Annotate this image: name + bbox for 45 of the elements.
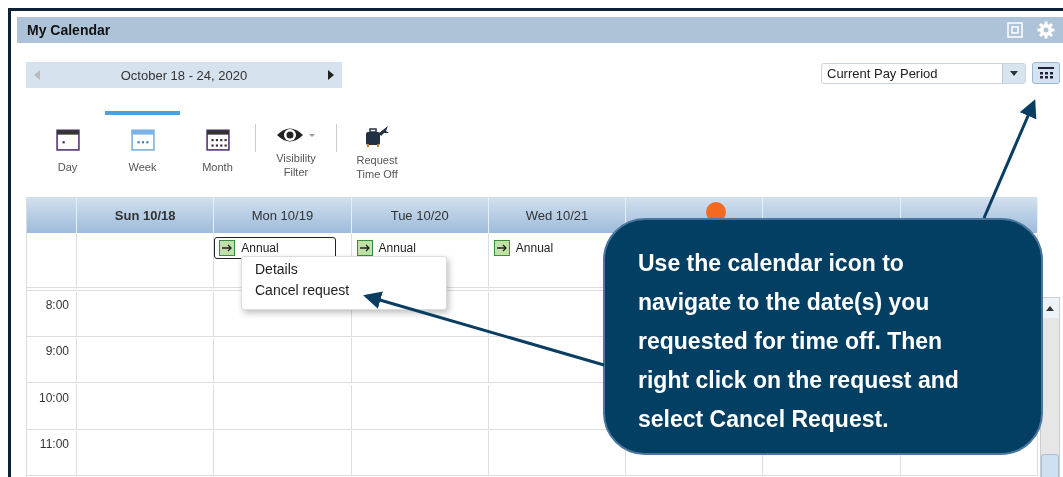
view-tab[interactable]: Month xyxy=(180,111,255,187)
caret-icon xyxy=(1010,70,1018,76)
calendar-icon xyxy=(1038,67,1054,79)
view-tab[interactable]: Day xyxy=(30,111,105,187)
luggage-icon xyxy=(365,125,389,147)
period-dropdown[interactable]: Current Pay Period xyxy=(821,62,1026,84)
scroll-up-icon[interactable] xyxy=(1046,305,1054,311)
event-chip[interactable]: Annual xyxy=(351,237,474,260)
menu-item[interactable]: Cancel request xyxy=(255,282,350,298)
time-slot[interactable] xyxy=(77,384,215,430)
window-title: My Calendar xyxy=(27,22,112,38)
maximize-icon[interactable] xyxy=(1007,22,1023,38)
event-chip[interactable]: Annual xyxy=(488,237,611,260)
visibility-filter-button[interactable]: Visibility Filter xyxy=(256,111,336,187)
header-cell xyxy=(27,197,77,233)
time-label: 11:00 xyxy=(27,430,77,476)
time-slot[interactable] xyxy=(351,338,489,384)
time-slot[interactable] xyxy=(77,430,215,476)
instruction-text: Use the calendar icon to navigate to the date(s) you requested for time off. Then right click on the request and select Cancel Request. xyxy=(638,249,960,434)
time-slot[interactable] xyxy=(77,292,215,338)
view-tab[interactable]: Week xyxy=(105,111,180,187)
day-header[interactable]: Mon 10/19 xyxy=(214,197,352,233)
settings-icon[interactable] xyxy=(1037,21,1055,39)
menu-item[interactable]: Details xyxy=(255,261,298,277)
previous-icon[interactable] xyxy=(34,70,40,80)
calendar-icon xyxy=(205,127,230,151)
calendar-icon xyxy=(55,127,80,151)
calendar-button[interactable] xyxy=(1032,62,1060,84)
calendar-icon xyxy=(130,127,155,151)
day-header[interactable]: Wed 10/21 xyxy=(488,197,627,233)
time-slot[interactable] xyxy=(214,338,352,384)
scroll-thumb[interactable] xyxy=(1041,454,1059,477)
time-slot[interactable] xyxy=(214,384,352,430)
date-range: October 18 - 24, 2020 xyxy=(120,67,248,83)
time-label: 10:00 xyxy=(27,384,77,430)
time-slot[interactable] xyxy=(351,430,489,476)
next-icon[interactable] xyxy=(328,70,334,80)
day-header[interactable]: Tue 10/20 xyxy=(351,197,489,233)
time-slot[interactable] xyxy=(351,384,489,430)
request-time-off-button[interactable]: Request Time Off xyxy=(337,111,417,187)
day-header[interactable]: Sun 10/18 xyxy=(77,197,215,233)
time-label: 9:00 xyxy=(27,338,77,384)
time-slot[interactable] xyxy=(214,430,352,476)
time-label: 8:00 xyxy=(27,292,77,338)
time-slot[interactable] xyxy=(77,338,215,384)
